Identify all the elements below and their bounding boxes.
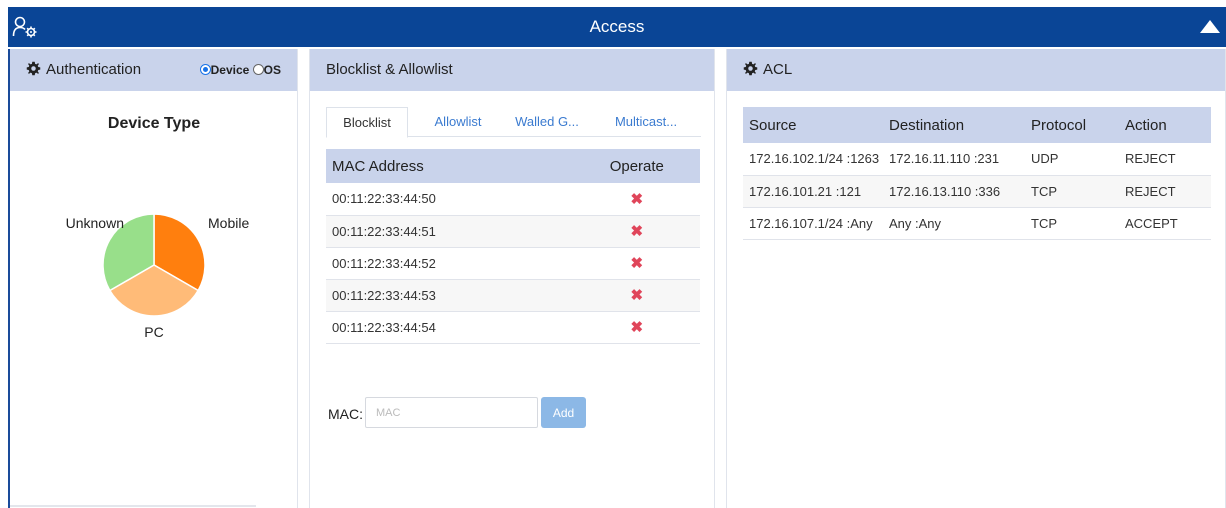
destination-header: Destination [883,107,1025,143]
tab-walled-garden[interactable]: Walled G... [506,107,588,137]
add-button[interactable]: Add [541,397,586,428]
authentication-panel: Authentication Device OS Device Type Mob… [8,49,298,508]
device-os-radio-group: Device OS [199,49,281,91]
blocklist-title: Blocklist & Allowlist [326,61,453,78]
device-radio-label[interactable]: Device [211,63,250,77]
blocklist-panel-header: Blocklist & Allowlist [310,49,714,91]
table-row: 172.16.101.21 :121 172.16.13.110 :336 TC… [743,175,1211,208]
mac-address-cell: 00:11:22:33:44:53 [326,279,568,312]
mac-address-cell: 00:11:22:33:44:50 [326,183,568,216]
protocol-cell: UDP [1025,143,1119,176]
source-header: Source [743,107,883,143]
action-cell: ACCEPT [1119,207,1211,240]
source-cell: 172.16.101.21 :121 [743,175,883,208]
bottom-divider [10,505,256,507]
pie-label-mobile: Mobile [208,215,249,231]
action-header: Action [1119,107,1211,143]
mac-table: MAC Address Operate 00:11:22:33:44:50 ✖ … [326,149,700,344]
tab-multicast[interactable]: Multicast... [596,107,696,137]
table-row: 00:11:22:33:44:52 ✖ [326,247,700,280]
protocol-cell: TCP [1025,175,1119,208]
blocklist-tabs: Blocklist Allowlist Walled G... Multicas… [326,107,701,138]
page-title: Access [589,17,645,36]
collapse-icon[interactable] [1200,20,1220,33]
operate-header: Operate [567,149,700,183]
action-cell: REJECT [1119,175,1211,208]
blocklist-panel: Blocklist & Allowlist Blocklist Allowlis… [309,49,715,508]
delete-icon[interactable]: ✖ [567,311,700,344]
table-row: 00:11:22:33:44:50 ✖ [326,183,700,216]
destination-cell: 172.16.13.110 :336 [883,175,1025,208]
table-row: 172.16.107.1/24 :Any Any :Any TCP ACCEPT [743,207,1211,240]
table-row: 172.16.102.1/24 :1263 172.16.11.110 :231… [743,143,1211,176]
protocol-cell: TCP [1025,207,1119,240]
action-cell: REJECT [1119,143,1211,176]
mac-input[interactable] [365,397,538,428]
delete-icon[interactable]: ✖ [567,183,700,216]
delete-icon[interactable]: ✖ [567,215,700,248]
tab-allowlist[interactable]: Allowlist [418,107,498,137]
table-row: 00:11:22:33:44:54 ✖ [326,311,700,344]
mac-address-header: MAC Address [326,149,568,183]
acl-panel: ACL Source Destination Protocol Action 1… [726,49,1226,508]
table-row: 00:11:22:33:44:53 ✖ [326,279,700,312]
chart-title: Device Type [107,115,201,132]
mac-address-cell: 00:11:22:33:44:52 [326,247,568,280]
source-cell: 172.16.102.1/24 :1263 [743,143,883,176]
protocol-header: Protocol [1025,107,1119,143]
destination-cell: Any :Any [883,207,1025,240]
gear-icon [743,61,758,76]
pie-label-pc: PC [144,324,163,340]
authentication-title: Authentication [46,61,142,78]
acl-panel-header: ACL [727,49,1225,91]
pie-label-unknown: Unknown [66,215,124,231]
table-row: 00:11:22:33:44:51 ✖ [326,215,700,248]
acl-title: ACL [763,61,793,78]
authentication-panel-header: Authentication Device OS [10,49,297,91]
destination-cell: 172.16.11.110 :231 [883,143,1025,176]
tab-blocklist[interactable]: Blocklist [326,107,408,138]
device-type-pie-chart: Mobile PC Unknown [66,213,249,340]
os-radio-label[interactable]: OS [264,63,281,77]
gear-icon [26,61,41,76]
source-cell: 172.16.107.1/24 :Any [743,207,883,240]
acl-table: Source Destination Protocol Action 172.1… [743,107,1211,240]
delete-icon[interactable]: ✖ [567,247,700,280]
os-radio[interactable] [252,64,264,76]
mac-address-cell: 00:11:22:33:44:51 [326,215,568,248]
access-header-bar: Access [8,7,1226,47]
mac-address-cell: 00:11:22:33:44:54 [326,311,568,344]
device-radio[interactable] [199,64,211,76]
mac-label: MAC: [328,406,363,422]
delete-icon[interactable]: ✖ [567,279,700,312]
